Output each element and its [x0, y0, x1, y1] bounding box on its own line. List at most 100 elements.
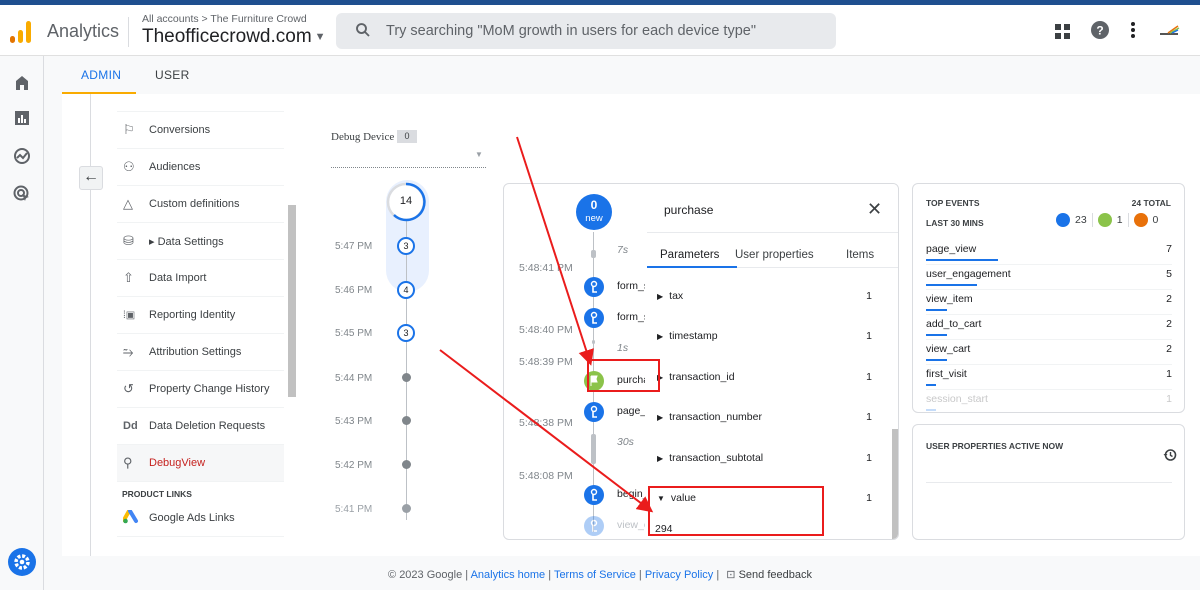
event-count: 23: [1075, 214, 1087, 226]
search-bar[interactable]: [336, 13, 836, 49]
minutes-total-ring[interactable]: 14: [386, 182, 426, 222]
menu-scrollbar[interactable]: [288, 205, 296, 397]
top-event-row[interactable]: page_view 7: [926, 240, 1172, 265]
privacy-link[interactable]: Privacy Policy: [645, 569, 713, 581]
tab-admin[interactable]: ADMIN: [81, 68, 121, 82]
event-name[interactable]: view_cart: [617, 519, 645, 531]
minute-dot[interactable]: [402, 416, 411, 425]
second-time: 5:48:40 PM: [519, 324, 573, 336]
top-event-row[interactable]: view_cart 2: [926, 340, 1172, 365]
analytics-home-link[interactable]: Analytics home: [471, 569, 546, 581]
minute-time: 5:43 PM: [335, 416, 373, 427]
menu-label: ▸ Data Settings: [149, 235, 224, 248]
event-name: session_start: [926, 393, 988, 405]
analytics-logo[interactable]: [10, 19, 34, 43]
minute-count[interactable]: 3: [397, 324, 415, 342]
debug-icon: ⚲: [123, 455, 133, 470]
menu-item-data-import[interactable]: ⇧ Data Import: [117, 260, 284, 297]
back-button[interactable]: ←: [79, 166, 103, 190]
explore-icon[interactable]: [12, 146, 32, 166]
advertising-icon[interactable]: [12, 184, 32, 204]
search-input[interactable]: [386, 13, 826, 49]
param-row[interactable]: ▶ tax 1: [657, 290, 872, 302]
param-row[interactable]: ▶ timestamp 1: [657, 330, 872, 342]
tab-items[interactable]: Items: [846, 249, 874, 261]
terms-link[interactable]: Terms of Service: [554, 569, 636, 581]
top-event-row[interactable]: session_start 1: [926, 390, 1172, 412]
menu-label: Data Import: [149, 272, 207, 284]
param-count: 1: [866, 371, 872, 383]
param-row[interactable]: ▶ transaction_subtotal 1: [657, 452, 872, 464]
new-events-bubble[interactable]: 0 new: [576, 194, 612, 230]
top-event-row[interactable]: view_item 2: [926, 290, 1172, 315]
google-ads-icon: [117, 508, 149, 527]
event-bar: [926, 334, 947, 336]
conversion-count: 1: [1116, 214, 1123, 226]
send-feedback-link[interactable]: Send feedback: [739, 569, 812, 581]
event-bubble[interactable]: [584, 402, 604, 422]
more-vert-icon[interactable]: [1130, 21, 1136, 39]
menu-item-conversions[interactable]: ⚐ Conversions: [117, 112, 284, 149]
history-icon[interactable]: [1163, 448, 1177, 462]
minute-count[interactable]: 3: [397, 237, 415, 255]
event-name[interactable]: form_submit: [617, 311, 645, 323]
event-bubble[interactable]: [584, 277, 604, 297]
event-bubble[interactable]: [584, 485, 604, 505]
menu-item-data-deletion-requests[interactable]: Dd Data Deletion Requests: [117, 408, 284, 445]
debug-device-dropdown[interactable]: ▼: [475, 150, 483, 159]
top-event-row[interactable]: add_to_cart 2: [926, 315, 1172, 340]
event-name[interactable]: begin_checkout: [617, 488, 645, 500]
minute-dot[interactable]: [402, 460, 411, 469]
minute-time: 5:41 PM: [335, 504, 373, 515]
close-icon[interactable]: ✕: [867, 199, 882, 220]
event-name[interactable]: form_start: [617, 280, 645, 292]
reports-icon[interactable]: [12, 108, 32, 128]
help-icon[interactable]: ?: [1091, 21, 1109, 39]
second-time: 5:48:08 PM: [519, 470, 573, 482]
param-row[interactable]: ▶ transaction_number 1: [657, 411, 872, 423]
param-row[interactable]: ▶ transaction_id 1: [657, 371, 872, 383]
menu-item-custom-definitions[interactable]: △ Custom definitions: [117, 186, 284, 223]
expand-icon: ▶: [657, 413, 664, 422]
minute-time: 5:46 PM: [335, 285, 373, 296]
user-properties-card: USER PROPERTIES ACTIVE NOW: [912, 424, 1185, 540]
event-name[interactable]: page_view: [617, 405, 645, 417]
tab-user[interactable]: USER: [155, 68, 190, 82]
breadcrumb[interactable]: All accounts > The Furniture Crowd: [142, 13, 307, 25]
menu-item-data-settings[interactable]: ⛁ ▸ Data Settings: [117, 223, 284, 260]
event-count: 1: [1166, 393, 1172, 405]
event-bubble[interactable]: [584, 308, 604, 328]
touch-icon: [590, 405, 598, 418]
audiences-icon: ⚇: [123, 159, 135, 174]
home-icon[interactable]: [12, 72, 32, 92]
event-detail-title: purchase: [664, 203, 714, 217]
property-selector[interactable]: Theofficecrowd.com ▼: [142, 26, 326, 48]
menu-item-reporting-identity[interactable]: ⁞▣ Reporting Identity: [117, 297, 284, 334]
minute-dot[interactable]: [402, 373, 411, 382]
apps-grid-icon[interactable]: [1055, 24, 1071, 40]
gap-bar: [591, 250, 596, 258]
divider: [647, 232, 898, 233]
detail-scrollbar[interactable]: [892, 429, 898, 539]
route-icon: ⥲: [123, 344, 134, 359]
menu-item-property-change-history[interactable]: ↺ Property Change History: [117, 371, 284, 408]
top-event-row[interactable]: user_engagement 5: [926, 265, 1172, 290]
event-bubble[interactable]: [584, 516, 604, 536]
menu-item-audiences[interactable]: ⚇ Audiences: [117, 149, 284, 186]
account-avatar[interactable]: [1158, 25, 1180, 37]
app-header: Analytics All accounts > The Furniture C…: [0, 5, 1200, 56]
tab-user-properties[interactable]: User properties: [735, 249, 814, 261]
menu-label: Google Ads Links: [149, 512, 235, 524]
top-event-row[interactable]: first_visit 1: [926, 365, 1172, 390]
menu-item-debugview[interactable]: ⚲ DebugView: [117, 445, 284, 482]
arrow-left-icon: ←: [83, 168, 99, 185]
minute-dot[interactable]: [402, 504, 411, 513]
expand-icon: ▶: [657, 454, 664, 463]
menu-item-attribution-settings[interactable]: ⥲ Attribution Settings: [117, 334, 284, 371]
minute-count[interactable]: 4: [397, 281, 415, 299]
tab-parameters[interactable]: Parameters: [660, 249, 719, 261]
divider: [1127, 213, 1129, 227]
event-name: page_view: [926, 243, 977, 255]
menu-item-google-ads-links[interactable]: Google Ads Links: [117, 500, 284, 537]
touch-icon: [590, 280, 598, 293]
